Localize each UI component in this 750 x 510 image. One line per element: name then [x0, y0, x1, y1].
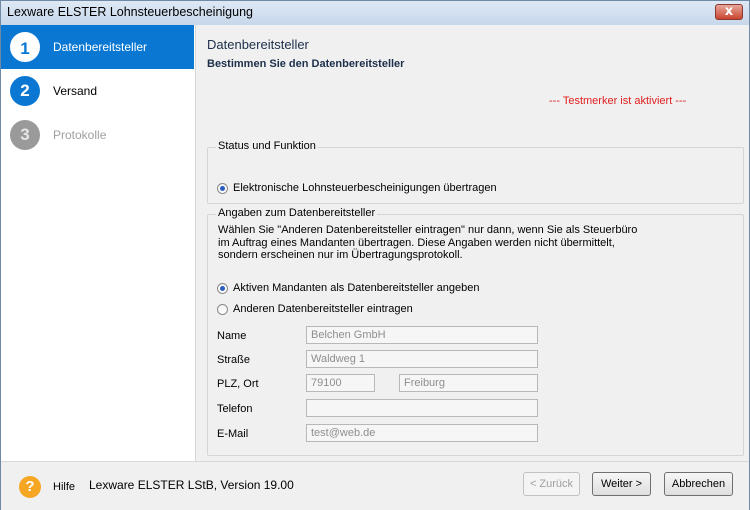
page-title: Datenbereitsteller [207, 37, 309, 52]
radio-selected-dot [220, 286, 225, 291]
version-text: Lexware ELSTER LStB, Version 19.00 [89, 478, 294, 492]
close-icon: x [724, 4, 734, 19]
title-bar[interactable]: Lexware ELSTER Lohnsteuerbescheinigung x [1, 1, 749, 26]
radio-active-client-label[interactable]: Aktiven Mandanten als Datenbereitsteller… [233, 282, 479, 294]
provider-description: Wählen Sie "Anderen Datenbereitsteller e… [218, 224, 638, 261]
step-label: Datenbereitsteller [53, 40, 148, 54]
phone-label: Telefon [217, 403, 253, 415]
step-number-1: 1 [10, 32, 40, 62]
step-label: Protokolle [53, 128, 107, 142]
testmarker-notice: --- Testmerker ist aktiviert --- [549, 95, 687, 107]
close-button[interactable]: x [715, 4, 743, 20]
city-field[interactable]: Freiburg [399, 374, 538, 392]
radio-other-provider-label[interactable]: Anderen Datenbereitsteller eintragen [233, 303, 413, 315]
step-number-2: 2 [10, 76, 40, 106]
help-icon[interactable]: ? [19, 476, 41, 498]
step-number-3: 3 [10, 120, 40, 150]
main-panel: Datenbereitsteller Bestimmen Sie den Dat… [196, 25, 749, 461]
footer-bar: ? Hilfe Lexware ELSTER LStB, Version 19.… [1, 461, 749, 510]
phone-field[interactable] [306, 399, 538, 417]
help-label[interactable]: Hilfe [53, 481, 75, 493]
cancel-button[interactable]: Abbrechen [664, 472, 733, 496]
radio-selected-dot [220, 186, 225, 191]
radio-transfer[interactable] [217, 183, 228, 194]
dialog-window: Lexware ELSTER Lohnsteuerbescheinigung x… [0, 0, 750, 510]
email-label: E-Mail [217, 428, 249, 440]
street-label: Straße [217, 354, 251, 366]
page-subtitle: Bestimmen Sie den Datenbereitsteller [207, 58, 405, 70]
name-label: Name [217, 330, 247, 342]
wizard-steps-sidebar: 1 Datenbereitsteller 2 Versand 3 Protoko… [1, 25, 196, 461]
step-protokolle: 3 Protokolle [1, 113, 194, 157]
back-button[interactable]: < Zurück [523, 472, 580, 496]
status-group [207, 147, 744, 204]
next-button[interactable]: Weiter > [592, 472, 651, 496]
status-group-legend: Status und Funktion [216, 140, 318, 152]
street-field[interactable]: Waldweg 1 [306, 350, 538, 368]
radio-active-client[interactable] [217, 283, 228, 294]
window-title: Lexware ELSTER Lohnsteuerbescheinigung [7, 5, 253, 19]
provider-group-legend: Angaben zum Datenbereitsteller [216, 207, 378, 219]
email-field[interactable]: test@web.de [306, 424, 538, 442]
zip-city-label: PLZ, Ort [217, 378, 259, 390]
radio-other-provider[interactable] [217, 304, 228, 315]
zip-field[interactable]: 79100 [306, 374, 375, 392]
step-versand[interactable]: 2 Versand [1, 69, 194, 113]
step-label: Versand [53, 84, 98, 98]
step-datenbereitsteller[interactable]: 1 Datenbereitsteller [1, 25, 194, 69]
radio-transfer-label[interactable]: Elektronische Lohnsteuerbescheinigungen … [233, 182, 497, 194]
name-field[interactable]: Belchen GmbH [306, 326, 538, 344]
